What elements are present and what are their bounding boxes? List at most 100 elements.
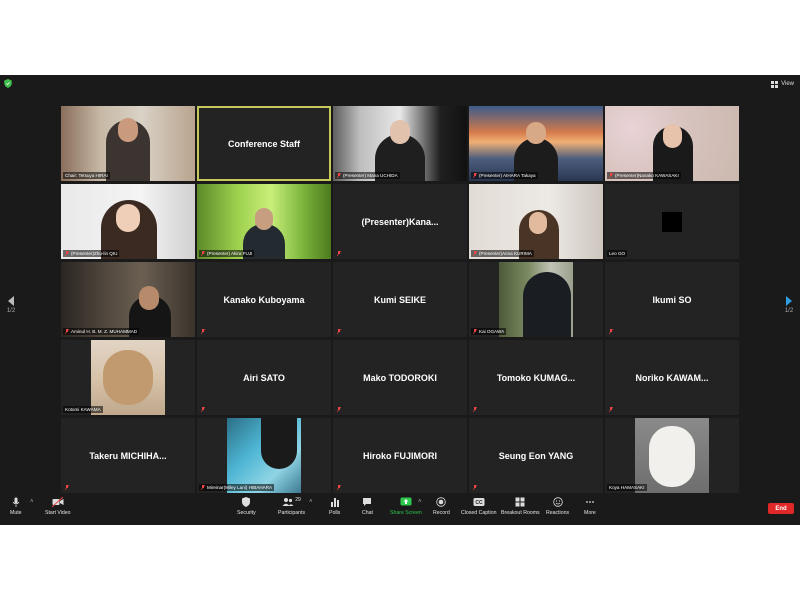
video-tile[interactable]: Hiroko FUJIMORI: [333, 418, 467, 493]
chevron-up-icon[interactable]: ˄: [309, 499, 313, 505]
video-tile[interactable]: Airi SATO: [197, 340, 331, 415]
participants-icon: [282, 498, 294, 506]
muted-mic-icon: [473, 485, 477, 490]
previous-page-button[interactable]: 1/2: [4, 296, 18, 314]
participants-label: Participants: [278, 510, 306, 516]
video-tile[interactable]: Aminul H. B. M. Z. MUHAMMAD: [61, 262, 195, 337]
muted-mic-icon: [65, 485, 69, 490]
view-label: View: [781, 81, 794, 87]
participant-label: Mireinar(Miley Lani) HIBAHARA: [199, 484, 275, 491]
video-tile[interactable]: (Presenter)Kana...: [333, 184, 467, 259]
video-tile[interactable]: (Presenter) AIHARA Takaya: [469, 106, 603, 181]
top-bar: View: [0, 75, 800, 91]
participant-label: [471, 406, 479, 413]
video-tile-active-speaker[interactable]: Conference Staff: [197, 106, 331, 181]
video-camera-icon: [51, 497, 64, 507]
record-label: Record: [433, 510, 450, 516]
video-tile[interactable]: Noriko KAWAM...: [605, 340, 739, 415]
participant-label: (Presenter) Akira FUJI: [199, 250, 255, 257]
participant-name: Kumi SEIKE: [373, 294, 426, 305]
end-label: End: [775, 505, 787, 512]
more-button[interactable]: More: [584, 497, 596, 516]
video-tile[interactable]: Koya HAMASAKI: [605, 418, 739, 493]
mute-label: Mute: [10, 510, 22, 516]
muted-mic-icon: [201, 251, 205, 256]
polls-icon: [330, 498, 339, 507]
person-face: [118, 118, 138, 142]
person-face: [663, 124, 682, 148]
participant-label: [335, 328, 343, 335]
participant-video: [61, 262, 195, 337]
participant-label: [471, 484, 479, 491]
record-button[interactable]: Record: [433, 497, 450, 516]
chevron-up-icon[interactable]: ˄: [418, 499, 422, 505]
polls-button[interactable]: Polls: [329, 497, 340, 516]
end-meeting-button[interactable]: End: [768, 503, 794, 514]
participant-label: [607, 328, 615, 335]
muted-mic-icon: [201, 407, 205, 412]
participant-name: Conference Staff: [227, 138, 300, 149]
video-tile[interactable]: (Presenter) Akira FUJI: [197, 184, 331, 259]
start-video-label: Start Video: [45, 510, 71, 516]
closed-caption-icon: CC: [473, 498, 485, 506]
video-tile[interactable]: (Presenter) Mana UCHIDA: [333, 106, 467, 181]
breakout-rooms-button[interactable]: Breakout Rooms: [501, 497, 540, 516]
muted-mic-icon: [337, 329, 341, 334]
reactions-label: Reactions: [546, 510, 570, 516]
video-tile[interactable]: Seung Eon YANG: [469, 418, 603, 493]
video-tile[interactable]: Tomoko KUMAG...: [469, 340, 603, 415]
muted-mic-icon: [473, 173, 477, 178]
chat-button[interactable]: Chat: [362, 497, 373, 516]
video-tile[interactable]: Mako TODOROKI: [333, 340, 467, 415]
start-video-button[interactable]: Start Video: [45, 497, 71, 516]
video-tile[interactable]: (Presenter)Nanako KAWASAKI: [605, 106, 739, 181]
participant-label: Leo GO: [607, 250, 628, 257]
participant-label: Aminul H. B. M. Z. MUHAMMAD: [63, 328, 140, 335]
polls-label: Polls: [329, 510, 341, 516]
shield-icon[interactable]: [4, 79, 12, 88]
participants-count: 29: [295, 497, 301, 503]
video-tile[interactable]: Kanako Kuboyama: [197, 262, 331, 337]
muted-mic-icon: [65, 251, 69, 256]
security-label: Security: [237, 510, 256, 516]
page-indicator-left: 1/2: [6, 308, 16, 314]
video-tile[interactable]: Ikumi SO: [605, 262, 739, 337]
reactions-button[interactable]: Reactions: [546, 497, 569, 516]
video-tile[interactable]: Mireinar(Miley Lani) HIBAHARA: [197, 418, 331, 493]
video-tile[interactable]: Takeru MICHIHA...: [61, 418, 195, 493]
video-tile[interactable]: Kai OGAWA: [469, 262, 603, 337]
video-tile[interactable]: Kumi SEIKE: [333, 262, 467, 337]
video-tile[interactable]: Leo GO: [605, 184, 739, 259]
participant-label: Kotomi KAWAMA: [63, 406, 103, 413]
participant-label: [335, 250, 343, 257]
reactions-icon: [552, 497, 563, 507]
grid-view-icon: [771, 80, 779, 88]
participants-button[interactable]: 29 Participants: [278, 497, 305, 516]
security-button[interactable]: Security: [237, 497, 256, 516]
chat-label: Chat: [362, 510, 373, 516]
participant-label: [335, 484, 343, 491]
muted-mic-icon: [609, 407, 613, 412]
video-tile[interactable]: (Presenter)Anna KURIMA: [469, 184, 603, 259]
view-button[interactable]: View: [771, 79, 794, 89]
meeting-toolbar: Mute ˄ Start Video Security 29 Participa…: [0, 493, 800, 525]
participant-label: (Presenter) Mana UCHIDA: [335, 172, 400, 179]
person-face: [139, 286, 159, 310]
video-tile[interactable]: Kotomi KAWAMA: [61, 340, 195, 415]
svg-text:CC: CC: [475, 500, 483, 506]
person-silhouette: [523, 272, 571, 337]
mute-button[interactable]: Mute: [10, 497, 22, 516]
page-indicator-right: 1/2: [784, 308, 794, 314]
muted-mic-icon: [473, 251, 477, 256]
video-tile[interactable]: Chair: Tetsuya HIRAI: [61, 106, 195, 181]
next-page-button[interactable]: 1/2: [782, 296, 796, 314]
participant-label: Koya HAMASAKI: [607, 484, 647, 491]
chevron-up-icon[interactable]: ˄: [30, 499, 34, 505]
muted-mic-icon: [337, 251, 341, 256]
share-screen-button[interactable]: Share Screen: [390, 497, 422, 516]
record-icon: [436, 497, 447, 507]
participant-name: Hiroko FUJIMORI: [362, 450, 437, 461]
closed-caption-button[interactable]: CC Closed Caption: [461, 497, 496, 516]
participant-label: [199, 406, 207, 413]
video-tile[interactable]: (Presenter)Zhu-lin QIU: [61, 184, 195, 259]
